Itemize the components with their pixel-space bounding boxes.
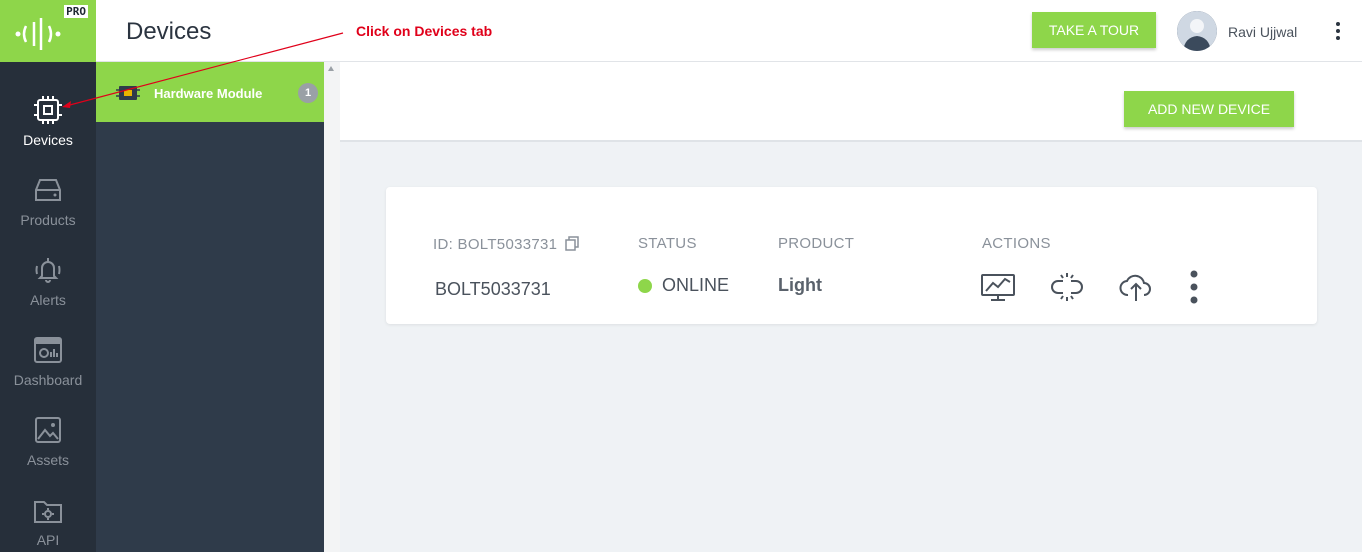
status-indicator [638,279,652,293]
device-card: ID: BOLT5033731 BOLT5033731 STATUS ONLIN… [386,187,1317,324]
unlink-icon[interactable] [1049,269,1085,305]
id-header-label: ID: BOLT5033731 [433,236,558,253]
product-header: PRODUCT [778,235,855,252]
device-more-options-icon[interactable] [1176,269,1212,305]
product-value[interactable]: Light [778,275,822,296]
add-new-device-button[interactable]: ADD NEW DEVICE [1124,91,1294,127]
status-header: STATUS [638,235,697,252]
actions-header: ACTIONS [982,235,1051,252]
id-header: ID: BOLT5033731 [433,235,580,253]
status-value: ONLINE [662,275,730,295]
cloud-upload-icon[interactable] [1118,269,1154,305]
device-toolbar: ADD NEW DEVICE [340,62,1362,142]
copy-icon[interactable] [564,235,580,251]
view-chart-icon[interactable] [980,269,1016,305]
device-id: BOLT5033731 [435,279,551,299]
